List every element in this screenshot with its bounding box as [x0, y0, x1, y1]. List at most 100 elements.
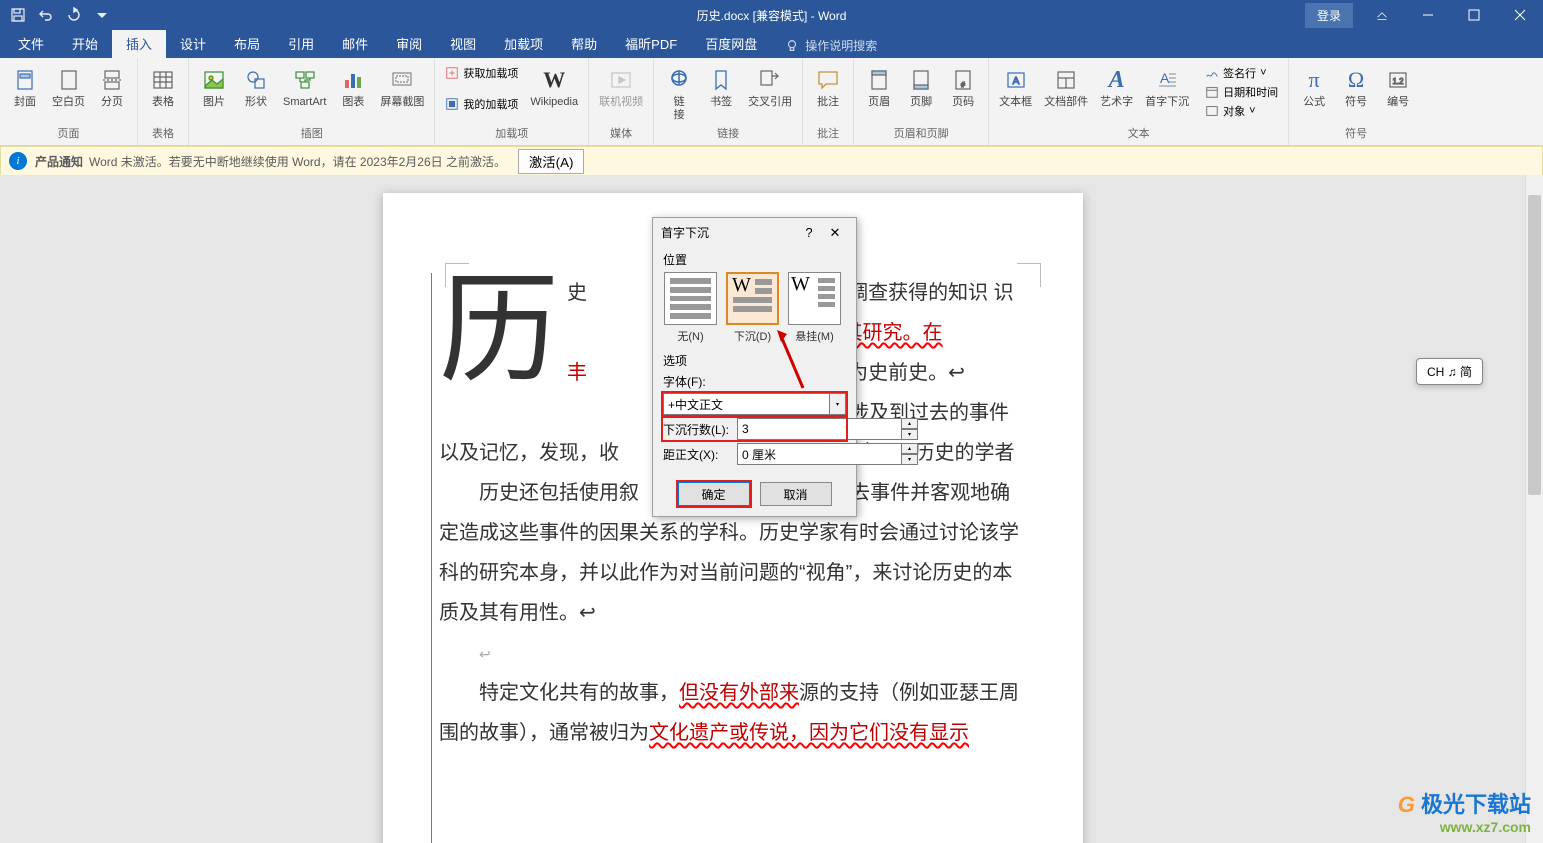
tab-file[interactable]: 文件 [4, 29, 58, 58]
tab-baidu[interactable]: 百度网盘 [691, 29, 771, 58]
tab-addins[interactable]: 加载项 [490, 29, 557, 58]
signature-line-button[interactable]: 签名行 ˅ [1201, 64, 1282, 82]
activation-notice: i 产品通知 Word 未激活。若要无中断地继续使用 Word，请在 2023年… [0, 146, 1543, 176]
pictures-button[interactable]: 图片 [195, 64, 233, 111]
lines-spinner[interactable]: ▴▾ [902, 418, 918, 440]
page-number-button[interactable]: #页码 [944, 64, 982, 111]
tab-layout[interactable]: 布局 [220, 29, 274, 58]
tab-foxit[interactable]: 福昕PDF [611, 29, 691, 58]
distance-label: 距正文(X): [663, 446, 731, 463]
comment-button[interactable]: 批注 [809, 64, 847, 111]
ribbon-options-icon[interactable] [1359, 0, 1405, 30]
group-label: 批注 [809, 125, 847, 143]
wikipedia-icon: W [540, 66, 568, 94]
save-icon[interactable] [8, 5, 28, 25]
ribbon-group-comments: 批注 批注 [803, 58, 854, 145]
font-dropdown-button[interactable]: ▾ [830, 393, 846, 415]
page-break-button[interactable]: 分页 [93, 64, 131, 111]
smartart-button[interactable]: SmartArt [279, 64, 330, 111]
lightbulb-icon [785, 39, 799, 53]
dropcap-button[interactable]: A首字下沉 [1141, 64, 1193, 111]
cover-page-button[interactable]: 封面 [6, 64, 44, 111]
redo-icon[interactable] [64, 5, 84, 25]
chart-button[interactable]: 图表 [334, 64, 372, 111]
textbox-button[interactable]: A文本框 [995, 64, 1036, 111]
tab-design[interactable]: 设计 [166, 29, 220, 58]
undo-icon[interactable] [36, 5, 56, 25]
distance-spinner[interactable]: ▴▾ [902, 443, 918, 465]
minimize-icon[interactable] [1405, 0, 1451, 30]
dropcap-dialog: 首字下沉 ? ✕ 位置 无(N) W 下沉(D) W [652, 217, 857, 517]
font-select[interactable] [663, 393, 830, 415]
crossref-button[interactable]: 交叉引用 [744, 64, 796, 111]
notice-text: Word 未激活。若要无中断地继续使用 Word，请在 2023年2月26日 之… [89, 153, 506, 170]
group-label: 链接 [660, 125, 796, 143]
dialog-help-button[interactable]: ? [796, 225, 822, 240]
header-button[interactable]: 页眉 [860, 64, 898, 111]
ok-button[interactable]: 确定 [678, 482, 750, 506]
equation-button[interactable]: π公式 [1295, 64, 1333, 111]
svg-text:A: A [1160, 70, 1170, 86]
tab-help[interactable]: 帮助 [557, 29, 611, 58]
shapes-button[interactable]: 形状 [237, 64, 275, 111]
footer-icon [907, 66, 935, 94]
login-button[interactable]: 登录 [1305, 3, 1353, 28]
dropcap-icon: A [1153, 66, 1181, 94]
tab-home[interactable]: 开始 [58, 29, 112, 58]
close-icon[interactable] [1497, 0, 1543, 30]
position-none[interactable]: 无(N) [663, 272, 718, 344]
position-dropped[interactable]: W 下沉(D) [725, 272, 780, 344]
date-time-button[interactable]: 日期和时间 [1201, 83, 1282, 101]
number-button[interactable]: 1.2编号 [1379, 64, 1417, 111]
wikipedia-button[interactable]: WWikipedia [526, 64, 582, 111]
object-button[interactable]: 对象 ˅ [1201, 102, 1282, 120]
tab-insert[interactable]: 插入 [112, 29, 166, 58]
ribbon-group-media: 联机视频 媒体 [589, 58, 654, 145]
svg-text:#: # [961, 82, 965, 89]
cancel-button[interactable]: 取消 [760, 482, 832, 506]
menu-tabs: 文件 开始 插入 设计 布局 引用 邮件 审阅 视图 加载项 帮助 福昕PDF … [0, 30, 1543, 58]
tab-references[interactable]: 引用 [274, 29, 328, 58]
group-label: 页眉和页脚 [860, 125, 982, 143]
get-addins-button[interactable]: 获取加载项 [441, 64, 522, 82]
distance-input[interactable] [737, 443, 902, 465]
vertical-scrollbar[interactable] [1525, 175, 1543, 843]
tab-mailings[interactable]: 邮件 [328, 29, 382, 58]
info-icon: i [9, 152, 27, 170]
lines-input[interactable] [737, 418, 902, 440]
ribbon-group-addins: 获取加载项 我的加载项 WWikipedia 加载项 [435, 58, 589, 145]
dialog-title: 首字下沉 [661, 224, 796, 241]
options-label: 选项 [663, 352, 846, 369]
ime-indicator[interactable]: CH ♫ 简 [1416, 358, 1483, 385]
tab-review[interactable]: 审阅 [382, 29, 436, 58]
crossref-icon [756, 66, 784, 94]
activate-button[interactable]: 激活(A) [518, 149, 584, 174]
position-margin[interactable]: W 悬挂(M) [787, 272, 842, 344]
dialog-header[interactable]: 首字下沉 ? ✕ [653, 218, 856, 247]
dialog-close-button[interactable]: ✕ [822, 225, 848, 241]
maximize-icon[interactable] [1451, 0, 1497, 30]
link-button[interactable]: 链 接 [660, 64, 698, 124]
footer-button[interactable]: 页脚 [902, 64, 940, 111]
my-addins-button[interactable]: 我的加载项 [441, 95, 522, 113]
margin-corner-tr [1017, 263, 1041, 287]
ribbon: 封面 空白页 分页 页面 表格 表格 图片 形状 SmartArt 图表 屏幕截… [0, 58, 1543, 146]
lines-label: 下沉行数(L): [663, 421, 731, 438]
blank-page-icon [55, 66, 83, 94]
tab-view[interactable]: 视图 [436, 29, 490, 58]
screenshot-icon [388, 66, 416, 94]
wordart-button[interactable]: A艺术字 [1096, 64, 1137, 111]
bookmark-button[interactable]: 书签 [702, 64, 740, 111]
blank-page-button[interactable]: 空白页 [48, 64, 89, 111]
svg-text:1.2: 1.2 [1393, 77, 1405, 86]
online-video-button[interactable]: 联机视频 [595, 64, 647, 111]
quickparts-button[interactable]: 文档部件 [1040, 64, 1092, 111]
tell-me-search[interactable]: 操作说明搜索 [777, 33, 885, 58]
table-button[interactable]: 表格 [144, 64, 182, 111]
scrollbar-thumb[interactable] [1528, 195, 1541, 495]
qat-dropdown-icon[interactable] [92, 5, 112, 25]
screenshot-button[interactable]: 屏幕截图 [376, 64, 428, 111]
left-margin-rule [431, 273, 432, 843]
wordart-icon: A [1103, 66, 1131, 94]
symbol-button[interactable]: Ω符号 [1337, 64, 1375, 111]
